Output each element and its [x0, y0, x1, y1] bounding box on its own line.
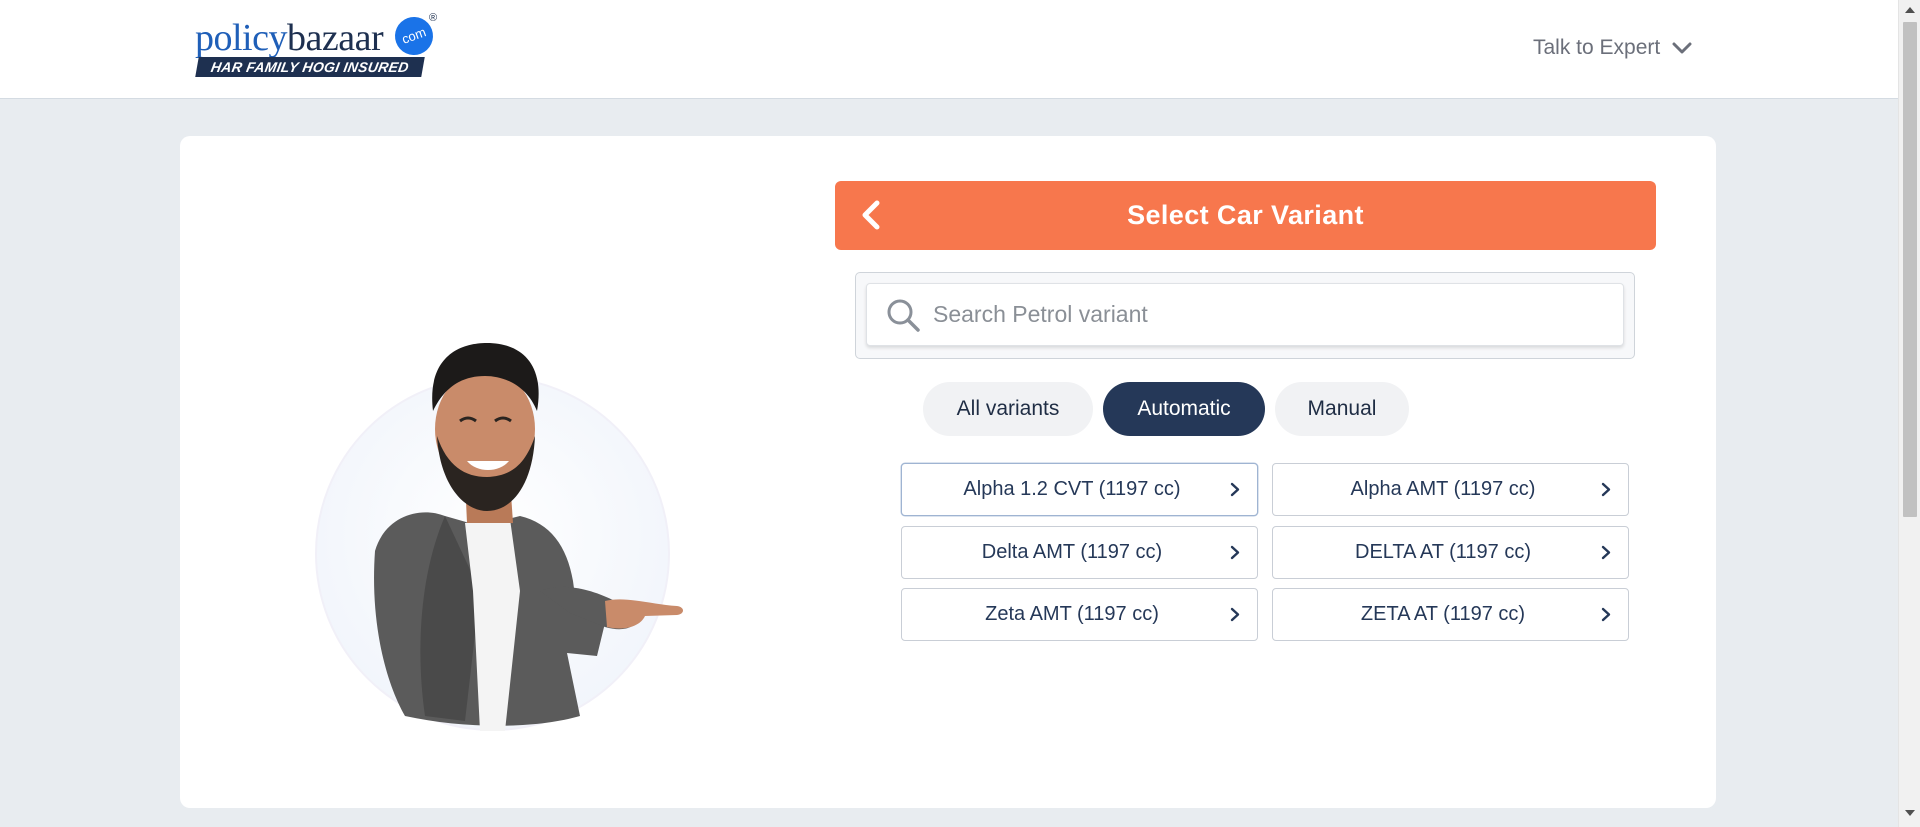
select-variant-header-bar: Select Car Variant: [835, 181, 1656, 250]
logo-word-bazaar: bazaar: [286, 17, 384, 59]
hero-person-illustration: [305, 261, 705, 731]
variant-selection-card: Select Car Variant All variants Automati…: [180, 136, 1716, 808]
talk-to-expert-label: Talk to Expert: [1533, 36, 1661, 59]
variant-option-button[interactable]: Delta AMT (1197 cc): [901, 526, 1258, 579]
logo-word-policy: policy: [195, 17, 287, 59]
chevron-right-icon: [1601, 545, 1611, 560]
search-variant-input[interactable]: [933, 284, 1613, 345]
page-scrollbar[interactable]: [1898, 0, 1920, 827]
chevron-right-icon: [1601, 607, 1611, 622]
chevron-down-icon: [1672, 42, 1692, 54]
logo-tagline: HAR FAMILY HOGI INSURED: [195, 57, 425, 77]
variant-option-button[interactable]: Alpha 1.2 CVT (1197 cc): [901, 463, 1258, 516]
chevron-right-icon: [1230, 545, 1240, 560]
variant-label: Alpha 1.2 CVT (1197 cc): [963, 478, 1181, 500]
scrollbar-thumb[interactable]: [1903, 22, 1917, 517]
chevron-right-icon: [1230, 482, 1240, 497]
variant-label: Delta AMT (1197 cc): [981, 541, 1163, 563]
variant-option-button[interactable]: DELTA AT (1197 cc): [1272, 526, 1629, 579]
variant-label: Zeta AMT (1197 cc): [985, 603, 1159, 625]
scroll-down-arrow-icon[interactable]: [1905, 810, 1915, 816]
filter-tab-manual[interactable]: Manual: [1275, 382, 1409, 436]
site-header: policybazaar com ® HAR FAMILY HOGI INSUR…: [0, 0, 1898, 99]
search-icon: [887, 299, 920, 332]
scroll-up-arrow-icon[interactable]: [1905, 7, 1915, 13]
policybazaar-logo[interactable]: policybazaar com ® HAR FAMILY HOGI INSUR…: [195, 11, 445, 80]
variant-label: Alpha AMT (1197 cc): [1350, 478, 1536, 500]
chevron-right-icon: [1230, 607, 1240, 622]
logo-wordmark: policybazaar: [195, 16, 384, 60]
variant-label: DELTA AT (1197 cc): [1355, 541, 1531, 563]
filter-tab-automatic[interactable]: Automatic: [1103, 382, 1265, 436]
logo-registered-mark: ®: [429, 12, 438, 24]
search-box[interactable]: [866, 283, 1624, 346]
person-pointing-image: [374, 343, 683, 731]
filter-tab-all-variants[interactable]: All variants: [923, 382, 1093, 436]
variant-label: ZETA AT (1197 cc): [1360, 603, 1526, 625]
variant-option-button[interactable]: Zeta AMT (1197 cc): [901, 588, 1258, 641]
chevron-right-icon: [1601, 482, 1611, 497]
page-title: Select Car Variant: [1127, 200, 1364, 230]
chevron-left-icon[interactable]: [853, 197, 889, 233]
variant-option-button[interactable]: Alpha AMT (1197 cc): [1272, 463, 1629, 516]
search-container: [855, 272, 1635, 359]
talk-to-expert-dropdown[interactable]: Talk to Expert: [1533, 36, 1692, 60]
variant-option-button[interactable]: ZETA AT (1197 cc): [1272, 588, 1629, 641]
